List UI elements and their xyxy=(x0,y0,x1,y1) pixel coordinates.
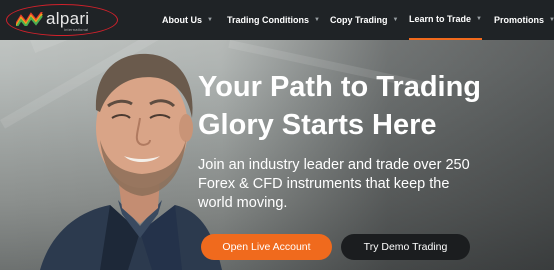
chevron-down-icon: ▼ xyxy=(314,17,320,23)
nav-item-trading-conditions[interactable]: Trading Conditions ▼ xyxy=(227,0,320,40)
nav-item-learn-to-trade[interactable]: Learn to Trade ▼ xyxy=(409,0,482,40)
nav-item-copy-trading[interactable]: Copy Trading ▼ xyxy=(330,0,398,40)
nav-item-promotions[interactable]: Promotions ▼ xyxy=(494,0,554,40)
nav-item-label: Copy Trading xyxy=(330,15,388,25)
main-menu: About Us ▼ Trading Conditions ▼ Copy Tra… xyxy=(0,0,554,40)
hero-subheadline-line-2: Forex & CFD instruments that keep the xyxy=(198,176,450,192)
chevron-down-icon: ▼ xyxy=(392,17,399,23)
nav-item-about-us[interactable]: About Us ▼ xyxy=(162,0,213,40)
hero-subheadline: Join an industry leader and trade over 2… xyxy=(198,156,528,213)
chevron-down-icon: ▼ xyxy=(207,17,213,23)
try-demo-trading-button[interactable]: Try Demo Trading xyxy=(341,234,470,260)
nav-item-label: Promotions xyxy=(494,15,545,25)
top-navigation-bar: alpari international About Us ▼ Trading … xyxy=(0,0,554,40)
chevron-down-icon: ▼ xyxy=(476,16,482,22)
hero-subheadline-line-1: Join an industry leader and trade over 2… xyxy=(198,157,470,173)
nav-item-label: About Us xyxy=(162,15,202,25)
hero-headline-line-2: Glory Starts Here xyxy=(198,109,437,141)
chevron-down-icon: ▼ xyxy=(549,17,554,23)
hero-subheadline-line-3: world moving. xyxy=(198,195,288,211)
hero-headline-line-1: Your Path to Trading xyxy=(198,71,482,103)
nav-item-label: Trading Conditions xyxy=(227,15,309,25)
nav-item-label: Learn to Trade xyxy=(409,14,472,24)
page: alpari international About Us ▼ Trading … xyxy=(0,0,554,270)
hero-headline: Your Path to Trading Glory Starts Here xyxy=(198,68,528,144)
open-live-account-button[interactable]: Open Live Account xyxy=(201,234,332,260)
